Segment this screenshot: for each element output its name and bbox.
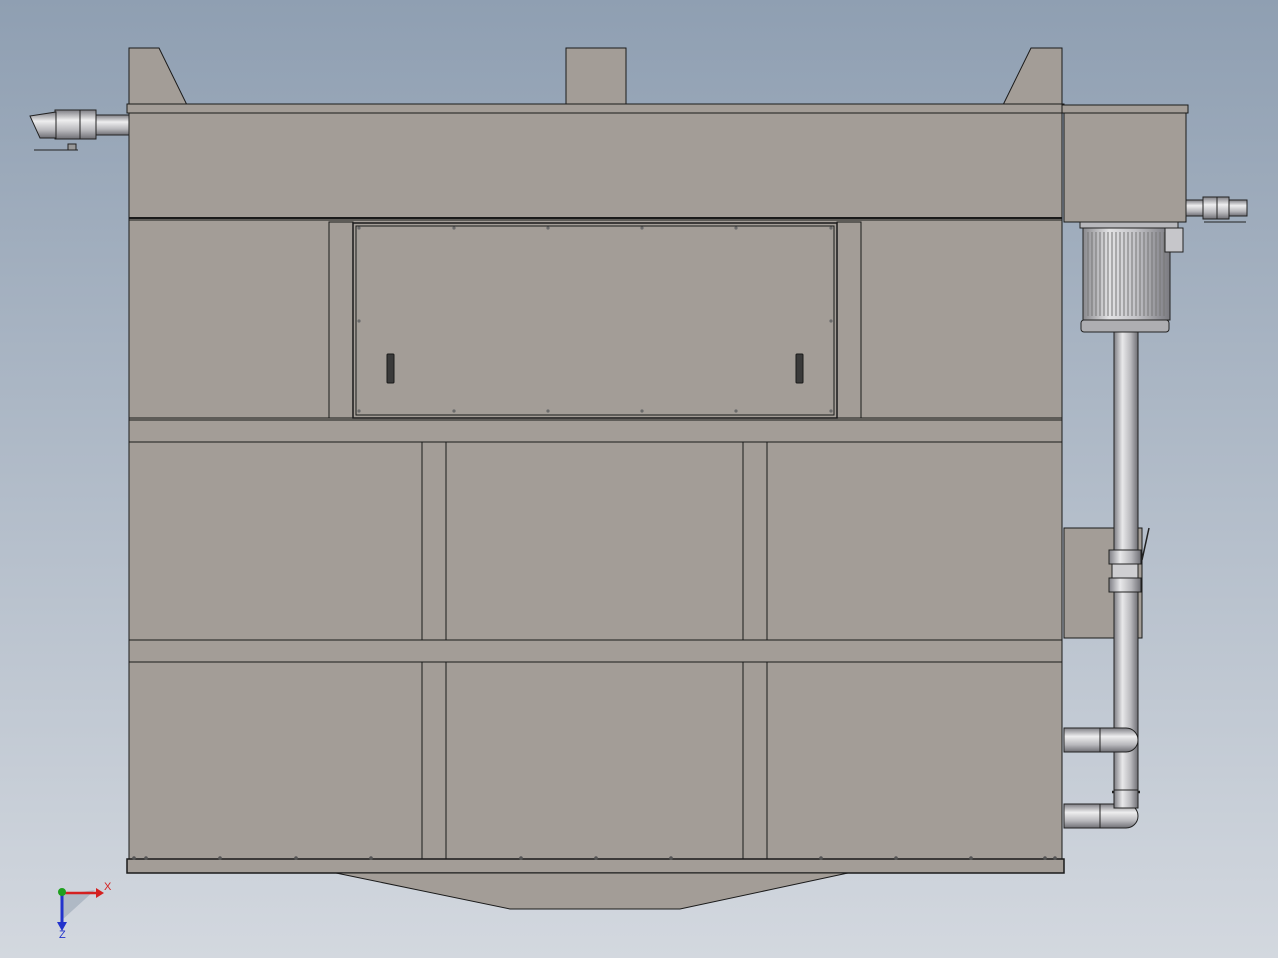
outlet-nut-1: [1202, 196, 1218, 220]
door-bolt: [829, 409, 833, 413]
door-bolt: [357, 319, 361, 323]
valve-body-upper: [1108, 549, 1142, 565]
outlet-pipe-stub: [1185, 199, 1205, 217]
outlet-cap: [1228, 199, 1248, 217]
base-bolt: [519, 856, 523, 860]
outlet-nut-2: [1216, 196, 1230, 220]
elbow-riser-link: [1113, 789, 1139, 809]
door-bolt: [640, 226, 644, 230]
base-bolt: [894, 856, 898, 860]
door-handle-left[interactable]: [386, 353, 395, 384]
rail-middle: [128, 639, 1063, 663]
triad-z-label: Z: [59, 929, 66, 941]
cad-drawing[interactable]: X Z: [0, 0, 1278, 958]
base-bolt: [218, 856, 222, 860]
mid-post-left: [421, 441, 447, 641]
door-bolt: [546, 409, 550, 413]
cad-viewport[interactable]: X Z: [0, 0, 1278, 958]
door-bolt: [546, 226, 550, 230]
top-rim: [126, 103, 1065, 114]
right-header-box: [1061, 104, 1189, 114]
base-bolt: [669, 856, 673, 860]
inlet-nut-inner: [54, 109, 81, 140]
base-bolt: [1053, 856, 1057, 860]
inlet-nut-outer: [79, 109, 97, 140]
lifting-lug-center: [565, 47, 627, 106]
valve-collar: [1111, 563, 1139, 579]
base-bolt: [969, 856, 973, 860]
door-bolt: [640, 409, 644, 413]
door-bolt: [829, 319, 833, 323]
door-bolt: [829, 226, 833, 230]
right-header-body: [1063, 112, 1187, 223]
base-bolt: [294, 856, 298, 860]
access-door[interactable]: [352, 222, 838, 419]
triad-y-axis: [58, 888, 66, 896]
door-bolt: [452, 226, 456, 230]
base-bolt: [1043, 856, 1047, 860]
inlet-bracket-clip: [67, 143, 77, 151]
door-bolt: [734, 226, 738, 230]
door-handle-right[interactable]: [795, 353, 804, 384]
top-band: [128, 112, 1063, 221]
base-bolt: [132, 856, 136, 860]
door-bolt: [734, 409, 738, 413]
motor-terminal-box: [1164, 227, 1184, 253]
base-bolt: [369, 856, 373, 860]
motor-flange: [1079, 221, 1179, 229]
upper-right-post: [836, 221, 862, 419]
machine-assembly[interactable]: [126, 47, 1189, 910]
upper-left-post: [328, 221, 354, 419]
triad-x-label: X: [104, 881, 112, 893]
base-rail: [126, 858, 1065, 874]
base-bolt: [819, 856, 823, 860]
door-bolt: [452, 409, 456, 413]
inlet-pipe-stub: [94, 114, 130, 136]
elbow-bend-upper: [1099, 727, 1139, 753]
rail-upper: [128, 419, 1063, 443]
mid-post-right: [742, 441, 768, 641]
door-bolt: [357, 409, 361, 413]
motor-base: [1080, 319, 1170, 333]
base-bolt: [594, 856, 598, 860]
base-bolt: [144, 856, 148, 860]
valve-body-lower: [1108, 577, 1142, 593]
low-post-left: [421, 661, 447, 862]
low-post-right: [742, 661, 768, 862]
motor-pump[interactable]: [1079, 221, 1184, 333]
door-bolt: [357, 226, 361, 230]
